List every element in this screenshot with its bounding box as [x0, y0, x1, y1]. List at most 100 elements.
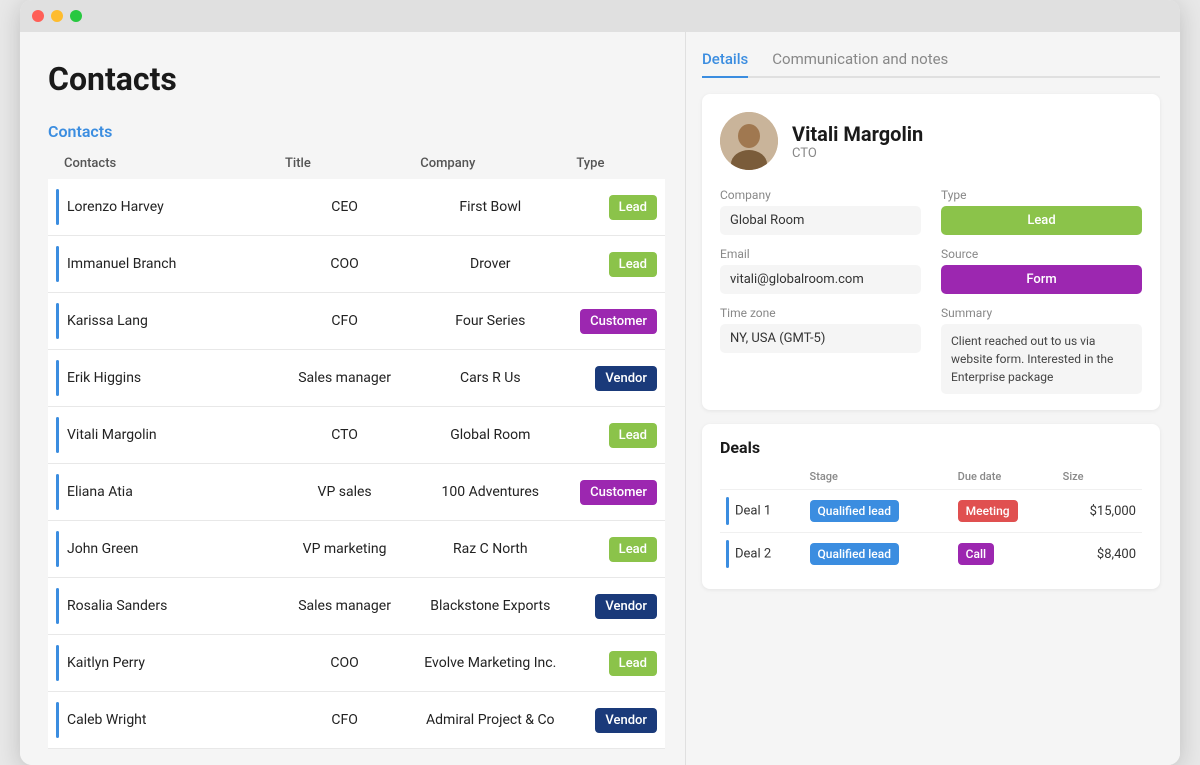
col-header-company: Company [412, 151, 568, 179]
contact-title: CTO [277, 407, 412, 464]
contact-indicator [56, 417, 59, 453]
type-badge: Lead [609, 651, 657, 676]
deal-due-badge: Meeting [958, 500, 1018, 522]
table-row[interactable]: Kaitlyn Perry COOEvolve Marketing Inc. Lea… [48, 635, 665, 692]
type-badge: Lead [609, 537, 657, 562]
table-row[interactable]: Karissa LangCFOFour SeriesCustomer [48, 293, 665, 350]
contact-name-cell: Eliana Atia [48, 464, 277, 521]
deal-col-size: Size [1057, 467, 1142, 490]
deal-stage: Qualified lead [804, 490, 952, 533]
left-panel: Contacts Contacts Contacts Title Company… [20, 32, 685, 765]
contact-title: COO [277, 236, 412, 293]
deal-col-name [720, 467, 804, 490]
contact-title: CEO [277, 179, 412, 236]
deal-due-badge: Call [958, 543, 994, 565]
field-summary: Summary Client reached out to us via web… [941, 306, 1142, 394]
close-dot[interactable] [32, 10, 44, 22]
timezone-label: Time zone [720, 306, 921, 320]
contact-name: Karissa Lang [67, 313, 148, 329]
table-row[interactable]: Lorenzo Harvey CEOFirst Bowl Lead [48, 179, 665, 236]
company-value: Global Room [720, 206, 921, 235]
field-company: Company Global Room [720, 188, 921, 235]
table-row[interactable]: Immanuel BranchCOODroverLead [48, 236, 665, 293]
contact-company: Global Room [412, 407, 568, 464]
contact-indicator [56, 474, 59, 510]
email-value: vitali@globalroom.com [720, 265, 921, 294]
company-label: Company [720, 188, 921, 202]
col-header-type: Type [568, 151, 665, 179]
contact-name-cell: Rosalia Sanders [48, 578, 277, 635]
contact-name-cell: Karissa Lang [48, 293, 277, 350]
maximize-dot[interactable] [70, 10, 82, 22]
titlebar [20, 0, 1180, 32]
deal-row: Deal 1Qualified leadMeeting$15,000 [720, 490, 1142, 533]
contact-company: Evolve Marketing Inc. [412, 635, 568, 692]
contact-company: First Bowl [412, 179, 568, 236]
contact-name: Kaitlyn Perry [67, 655, 145, 671]
contact-company: 100 Adventures [412, 464, 568, 521]
contact-role: CTO [792, 146, 923, 161]
table-row[interactable]: Rosalia SandersSales managerBlackstone E… [48, 578, 665, 635]
contact-name-cell: Lorenzo Harvey [48, 179, 277, 236]
deals-table: Stage Due date Size Deal 1Qualified lead… [720, 467, 1142, 575]
type-badge: Vendor [595, 708, 657, 733]
summary-label: Summary [941, 306, 1142, 320]
contact-name: John Green [67, 541, 138, 557]
type-badge: Lead [609, 252, 657, 277]
contact-title: COO [277, 635, 412, 692]
minimize-dot[interactable] [51, 10, 63, 22]
type-badge: Lead [609, 423, 657, 448]
contact-name: Immanuel Branch [67, 256, 176, 272]
contact-name: Vitali Margolin [67, 427, 157, 443]
page-title: Contacts [48, 60, 665, 98]
type-badge: Vendor [595, 594, 657, 619]
contact-indicator [56, 702, 59, 738]
deal-stage-badge: Qualified lead [810, 543, 899, 565]
email-label: Email [720, 247, 921, 261]
deal-stage: Qualified lead [804, 533, 952, 576]
contact-company: Cars R Us [412, 350, 568, 407]
deal-col-due: Due date [952, 467, 1057, 490]
contacts-section-title: Contacts [48, 122, 665, 141]
contact-name-cell: Immanuel Branch [48, 236, 277, 293]
table-row[interactable]: Caleb WrightCFOAdmiral Project & CoVendo… [48, 692, 665, 749]
deals-card: Deals Stage Due date Size Deal 1Qualifie… [702, 424, 1160, 589]
deal-indicator [726, 540, 729, 568]
detail-grid: Company Global Room Type Lead Email vita… [720, 188, 1142, 394]
tab-communication[interactable]: Communication and notes [772, 50, 948, 78]
table-row[interactable]: John GreenVP marketingRaz C NorthLead [48, 521, 665, 578]
table-row[interactable]: Vitali Margolin CTOGlobal Room Lead [48, 407, 665, 464]
contact-name: Lorenzo Harvey [67, 199, 164, 215]
avatar [720, 112, 778, 170]
table-row[interactable]: Erik HigginsSales managerCars R UsVendor [48, 350, 665, 407]
contact-indicator [56, 588, 59, 624]
contact-type: Vendor [568, 350, 665, 407]
contact-type: Lead [568, 236, 665, 293]
timezone-value: NY, USA (GMT-5) [720, 324, 921, 353]
type-badge: Lead [609, 195, 657, 220]
deal-indicator [726, 497, 729, 525]
contact-company: Four Series [412, 293, 568, 350]
contact-name-cell: Erik Higgins [48, 350, 277, 407]
table-row[interactable]: Eliana AtiaVP sales100 AdventuresCustome… [48, 464, 665, 521]
contact-indicator [56, 360, 59, 396]
deal-col-stage: Stage [804, 467, 952, 490]
contact-name-cell: John Green [48, 521, 277, 578]
col-header-title: Title [277, 151, 412, 179]
contacts-table: Contacts Title Company Type Lorenzo Harv… [48, 151, 665, 749]
tab-details[interactable]: Details [702, 50, 748, 78]
contact-indicator [56, 189, 59, 225]
contact-company: Admiral Project & Co [412, 692, 568, 749]
contact-indicator [56, 246, 59, 282]
contact-indicator [56, 531, 59, 567]
col-header-name: Contacts [48, 151, 277, 179]
deal-name: Deal 2 [720, 533, 804, 576]
deals-title: Deals [720, 438, 1142, 457]
type-badge: Customer [580, 480, 657, 505]
deal-due: Call [952, 533, 1057, 576]
contact-type: Lead [568, 635, 665, 692]
deal-name: Deal 1 [720, 490, 804, 533]
profile-info: Vitali Margolin CTO [792, 122, 923, 161]
contact-type: Customer [568, 293, 665, 350]
contact-indicator [56, 645, 59, 681]
